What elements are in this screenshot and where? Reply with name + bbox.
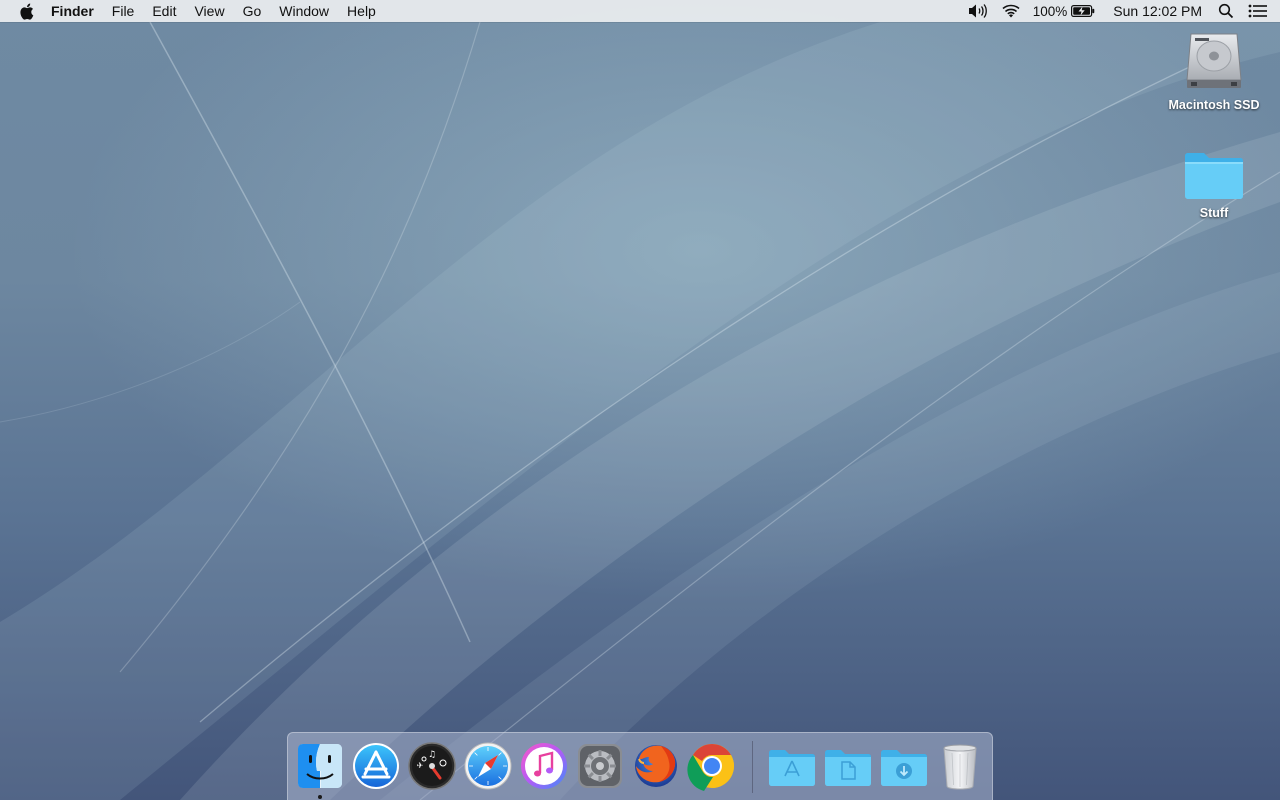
battery-status[interactable]: 100% bbox=[1033, 4, 1096, 19]
dock-downloads-folder[interactable] bbox=[879, 741, 929, 791]
dock-app-store[interactable] bbox=[351, 741, 401, 791]
dock-firefox[interactable] bbox=[631, 741, 681, 791]
dock-applications-folder[interactable] bbox=[767, 741, 817, 791]
dock-trash[interactable] bbox=[935, 741, 985, 791]
folder-icon bbox=[1185, 153, 1243, 199]
menu-go[interactable]: Go bbox=[234, 0, 271, 22]
dock-itunes[interactable] bbox=[519, 741, 569, 791]
system-preferences-icon bbox=[578, 744, 622, 788]
spotlight-search-icon[interactable] bbox=[1218, 3, 1234, 19]
firefox-icon bbox=[635, 745, 677, 787]
dock-finder[interactable] bbox=[295, 741, 345, 799]
desktop-icon-stuff[interactable]: Stuff bbox=[1159, 150, 1269, 220]
battery-charging-icon bbox=[1071, 5, 1095, 17]
menu-edit[interactable]: Edit bbox=[143, 0, 185, 22]
menu-file[interactable]: File bbox=[103, 0, 144, 22]
clock[interactable]: Sun 12:02 PM bbox=[1113, 3, 1202, 19]
itunes-icon bbox=[521, 743, 567, 789]
dock-chrome[interactable] bbox=[687, 741, 737, 791]
safari-icon bbox=[464, 742, 512, 790]
trash-icon bbox=[943, 744, 977, 790]
desktop-wallpaper bbox=[0, 22, 1280, 800]
menu-help[interactable]: Help bbox=[338, 0, 385, 22]
finder-icon bbox=[298, 744, 342, 788]
running-indicator bbox=[318, 795, 322, 799]
battery-percent: 100% bbox=[1032, 3, 1068, 19]
svg-text:✈: ✈ bbox=[417, 761, 424, 770]
menu-app-name[interactable]: Finder bbox=[42, 0, 103, 22]
svg-text:♫: ♫ bbox=[428, 750, 436, 760]
dock-separator bbox=[752, 741, 753, 793]
downloads-folder-icon bbox=[881, 750, 927, 786]
dashboard-icon: ♫ ✈ bbox=[408, 742, 456, 790]
hard-drive-icon bbox=[1186, 33, 1242, 88]
desktop-icon-label: Macintosh SSD bbox=[1168, 98, 1260, 112]
notification-center-icon[interactable] bbox=[1248, 4, 1268, 18]
app-store-icon bbox=[353, 743, 399, 789]
dock-safari[interactable] bbox=[463, 741, 513, 791]
volume-icon[interactable] bbox=[967, 3, 989, 19]
apple-icon[interactable] bbox=[16, 0, 36, 22]
dock-dashboard[interactable]: ♫ ✈ bbox=[407, 741, 457, 791]
dock: ♫ ✈ bbox=[287, 732, 993, 800]
documents-folder-icon bbox=[825, 750, 871, 786]
menu-window[interactable]: Window bbox=[270, 0, 338, 22]
menu-bar: Finder File Edit View Go Window Help 100… bbox=[0, 0, 1280, 22]
desktop-icon-macintosh-ssd[interactable]: Macintosh SSD bbox=[1159, 30, 1269, 112]
chrome-icon bbox=[687, 744, 734, 791]
applications-folder-icon bbox=[769, 750, 815, 786]
wifi-icon[interactable] bbox=[1001, 3, 1021, 19]
menu-view[interactable]: View bbox=[185, 0, 233, 22]
dock-documents-folder[interactable] bbox=[823, 741, 873, 791]
desktop-icon-label: Stuff bbox=[1199, 206, 1229, 220]
dock-system-preferences[interactable] bbox=[575, 741, 625, 791]
